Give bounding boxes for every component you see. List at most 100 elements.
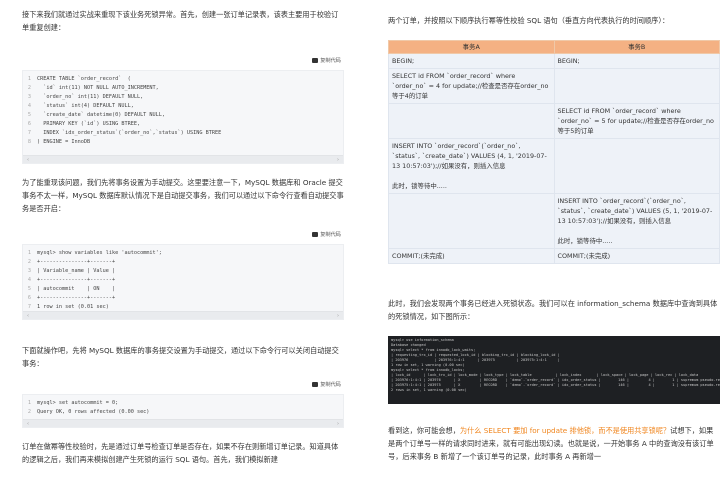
line-number: 1 bbox=[27, 250, 31, 256]
code-line: 3 `order_no` int(11) DEFAULT NULL, bbox=[23, 93, 343, 102]
table-row: SELECT id FROM `order_record` where `ord… bbox=[388, 103, 720, 139]
lock-explanation-paragraph: 看到这，你可能会想，为什么 SELECT 要加 for update 排他锁，而… bbox=[388, 426, 714, 461]
line-number: 3 bbox=[27, 268, 31, 274]
code-line: 2 Query OK, 0 rows affected (0.00 sec) bbox=[23, 408, 343, 417]
table-row: INSERT INTO `order_record`(`order_no`, `… bbox=[388, 193, 720, 249]
code-line: 4 `status` int(4) DEFAULT NULL, bbox=[23, 102, 343, 111]
code-text: | Variable_name | Value | bbox=[37, 268, 116, 274]
table-row: BEGIN; BEGIN; bbox=[388, 53, 720, 69]
scroll-left-arrow-icon[interactable]: ‹ bbox=[27, 421, 29, 427]
horizontal-scrollbar[interactable]: ‹ › bbox=[23, 311, 343, 319]
code-text: `status` int(4) DEFAULT NULL, bbox=[37, 103, 134, 109]
transaction-b-cell: BEGIN; bbox=[553, 53, 720, 69]
line-number: 2 bbox=[27, 85, 31, 91]
code-line: 1 mysql> show variables like 'autocommit'… bbox=[23, 249, 343, 258]
transaction-a-cell: SELECT id FROM `order_record` where `ord… bbox=[388, 68, 555, 104]
idempotency-paragraph: 订单在做幂等性校验时，先是通过订单号检查订单是否存在，如果不存在则新增订单记录。… bbox=[22, 442, 339, 464]
code-line: 4 +---------------+-------+ bbox=[23, 276, 343, 285]
code-text: `create_date` datetime(0) DEFAULT NULL, bbox=[37, 112, 166, 118]
transaction-b-cell: INSERT INTO `order_record`(`order_no`, `… bbox=[553, 193, 720, 249]
code-text: | autocommit | ON | bbox=[37, 286, 116, 292]
code-text: +---------------+-------+ bbox=[37, 259, 116, 265]
terminal-lines: mysql> use information_schema Database ch… bbox=[388, 336, 720, 393]
code-line: 6 +---------------+-------+ bbox=[23, 294, 343, 303]
code-line: 1 CREATE TABLE `order_record` ( bbox=[23, 75, 343, 84]
code-text: `id` int(11) NOT NULL AUTO_INCREMENT, bbox=[37, 85, 159, 91]
code-line: 5 `create_date` datetime(0) DEFAULT NULL… bbox=[23, 111, 343, 120]
highlighted-question: 为什么 SELECT 要加 for update 排他锁，而不是使用共享锁呢？ bbox=[459, 426, 671, 435]
code-text: ) ENGINE = InnoDB bbox=[37, 139, 91, 145]
code-text: INDEX `idx_order_status`(`order_no`,`sta… bbox=[37, 130, 222, 136]
copy-code-button[interactable]: 复制代码 bbox=[312, 381, 341, 388]
transaction-a-cell: BEGIN; bbox=[388, 53, 555, 69]
line-number: 7 bbox=[27, 130, 31, 136]
line-number: 1 bbox=[27, 400, 31, 406]
code-text: `order_no` int(11) DEFAULT NULL, bbox=[37, 94, 144, 100]
copy-code-button[interactable]: 复制代码 bbox=[312, 57, 341, 64]
code-block-set-autocommit: 复制代码 1 mysql> set autocommit = 0; 2 Query O… bbox=[22, 382, 344, 428]
horizontal-scrollbar[interactable]: ‹ › bbox=[23, 155, 343, 163]
article-page: 接下来我们就通过实战来重现下该业务死锁异常。首先，创建一张订单记录表，该表主要用… bbox=[0, 0, 720, 504]
code-text: mysql> set autocommit = 0; bbox=[37, 400, 119, 406]
copy-icon bbox=[312, 58, 319, 63]
deadlock-paragraph: 此时，我们会发现两个事务已经进入死锁状态。我们可以在 information_s… bbox=[388, 299, 718, 321]
transaction-table-body: BEGIN; BEGIN; SELECT id FROM `order_record… bbox=[388, 53, 720, 264]
code-lines: 1 mysql> show variables like 'autocommit'… bbox=[23, 245, 343, 312]
line-number: 6 bbox=[27, 121, 31, 127]
scroll-right-arrow-icon[interactable]: › bbox=[337, 421, 339, 427]
line-number: 6 bbox=[27, 295, 31, 301]
code-block-show-variables: 复制代码 1 mysql> show variables like 'autoco… bbox=[22, 232, 344, 320]
code-line: 2 `id` int(11) NOT NULL AUTO_INCREMENT, bbox=[23, 84, 343, 93]
code-text: Query OK, 0 rows affected (0.00 sec) bbox=[37, 409, 150, 415]
line-number: 1 bbox=[27, 76, 31, 82]
code-line: 5 | autocommit | ON | bbox=[23, 285, 343, 294]
intro-paragraph: 接下来我们就通过实战来重现下该业务死锁异常。首先，创建一张订单记录表，该表主要用… bbox=[22, 10, 339, 32]
line-number: 5 bbox=[27, 112, 31, 118]
code-line: 8 ) ENGINE = InnoDB bbox=[23, 138, 343, 147]
autocommit-paragraph: 为了能重现该问题，我们先将事务设置为手动提交。这里要注意一下，MySQL 数据库… bbox=[22, 178, 344, 213]
transaction-b-cell bbox=[553, 68, 720, 104]
column-header-transaction-b: 事务B bbox=[553, 40, 720, 54]
transaction-b-cell: SELECT id FROM `order_record` where `ord… bbox=[553, 103, 720, 139]
code-lines: 1 CREATE TABLE `order_record` ( 2 `id` int… bbox=[23, 71, 343, 147]
scroll-left-arrow-icon[interactable]: ‹ bbox=[27, 313, 29, 319]
order-intro-paragraph: 两个订单，并按照以下顺序执行幂等性校验 SQL 语句（垂直方向代表执行的时间顺序… bbox=[388, 16, 670, 25]
copy-icon bbox=[312, 232, 319, 237]
horizontal-scrollbar[interactable]: ‹ › bbox=[23, 419, 343, 427]
copy-icon bbox=[312, 382, 319, 387]
deadlock-terminal-screenshot: mysql> use information_schema Database ch… bbox=[388, 336, 720, 404]
code-text: PRIMARY KEY (`id`) USING BTREE, bbox=[37, 121, 141, 127]
line-number: 8 bbox=[27, 139, 31, 145]
scroll-left-arrow-icon[interactable]: ‹ bbox=[27, 157, 29, 163]
line-number: 4 bbox=[27, 277, 31, 283]
terminal-line: 2 rows in set, 1 warning (0.00 sec) bbox=[391, 388, 467, 392]
transaction-a-cell bbox=[388, 193, 555, 249]
line-number: 3 bbox=[27, 94, 31, 100]
transaction-a-cell: COMMIT;(未完成) bbox=[388, 248, 555, 264]
line-number: 2 bbox=[27, 409, 31, 415]
code-line: 7 INDEX `idx_order_status`(`order_no`,`s… bbox=[23, 129, 343, 138]
table-row: INSERT INTO `order_record`(`order_no`, `… bbox=[388, 138, 720, 194]
code-line: 3 | Variable_name | Value | bbox=[23, 267, 343, 276]
transaction-a-cell: INSERT INTO `order_record`(`order_no`, `… bbox=[388, 138, 555, 194]
transaction-b-cell bbox=[553, 138, 720, 194]
code-text: CREATE TABLE `order_record` ( bbox=[37, 76, 131, 82]
transaction-table: 事务A 事务B BEGIN; BEGIN; SELECT id FROM `orde… bbox=[388, 40, 720, 264]
manual-commit-paragraph: 下面就操作吧，先将 MySQL 数据库的事务提交设置为手动提交，通过以下命令行可… bbox=[22, 346, 339, 368]
code-line: 6 PRIMARY KEY (`id`) USING BTREE, bbox=[23, 120, 343, 129]
code-block-create-table: 复制代码 1 CREATE TABLE `order_record` ( 2 `id… bbox=[22, 58, 344, 164]
transaction-a-cell bbox=[388, 103, 555, 139]
code-text: +---------------+-------+ bbox=[37, 295, 116, 301]
line-number: 2 bbox=[27, 259, 31, 265]
code-text: mysql> show variables like 'autocommit'; bbox=[37, 250, 162, 256]
line-number: 5 bbox=[27, 286, 31, 292]
table-row: COMMIT;(未完成) COMMIT;(未完成) bbox=[388, 248, 720, 264]
code-text: +---------------+-------+ bbox=[37, 277, 116, 283]
transaction-b-cell: COMMIT;(未完成) bbox=[553, 248, 720, 264]
scroll-right-arrow-icon[interactable]: › bbox=[337, 157, 339, 163]
code-lines: 1 mysql> set autocommit = 0; 2 Query OK, 0 … bbox=[23, 395, 343, 417]
code-line: 2 +---------------+-------+ bbox=[23, 258, 343, 267]
copy-code-button[interactable]: 复制代码 bbox=[312, 231, 341, 238]
column-header-transaction-a: 事务A bbox=[388, 40, 555, 54]
scroll-right-arrow-icon[interactable]: › bbox=[337, 313, 339, 319]
